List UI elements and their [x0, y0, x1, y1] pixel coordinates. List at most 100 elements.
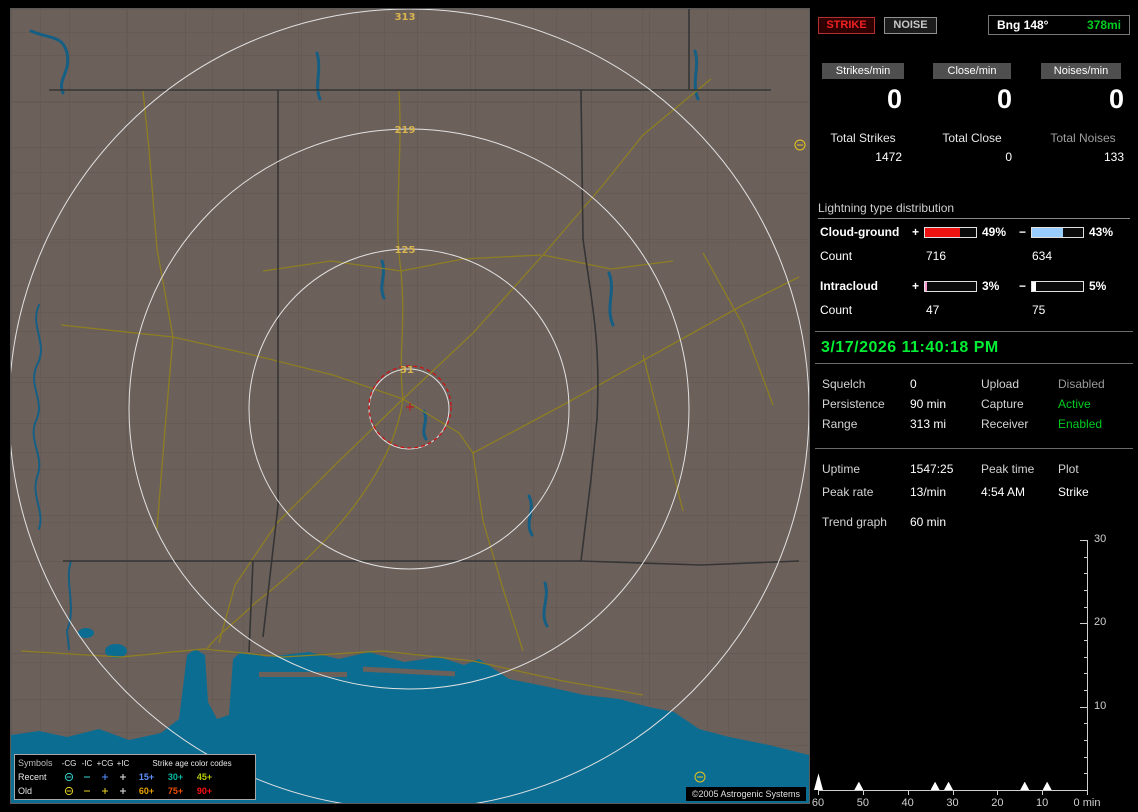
trend-y-tick [1084, 590, 1087, 591]
trend-y-tick [1084, 690, 1087, 691]
close-per-min-label: Close/min [933, 63, 1011, 79]
noise-indicator-button[interactable]: NOISE [884, 17, 937, 34]
copyright-notice: ©2005 Astrogenic Systems [685, 787, 806, 801]
trend-spike [1020, 781, 1030, 790]
trend-spike [1042, 781, 1052, 790]
trend-x-tick-label: 20 [991, 797, 1004, 809]
trend-x-tick [997, 791, 999, 795]
noises-per-min-label: Noises/min [1041, 63, 1121, 79]
trend-x-tick-label: 10 [1036, 797, 1049, 809]
age-30: 30+ [167, 772, 184, 782]
age-60: 60+ [138, 786, 155, 796]
total-close-label: Total Close [942, 131, 1002, 145]
divider [815, 448, 1133, 449]
cg-count-label: Count [820, 249, 853, 263]
neg-ic-recent-icon [78, 772, 96, 782]
legend-recent-label: Recent [18, 772, 47, 782]
age-15: 15+ [138, 772, 155, 782]
radar-map[interactable]: 313 219 125 31 Symbols -CG -IC +CG +IC S… [10, 8, 810, 804]
close-per-min-value: 0 [996, 84, 1012, 114]
trend-x-tick-label: 30 [946, 797, 959, 809]
trend-x-tick [907, 791, 909, 795]
trend-x-tick [1042, 791, 1044, 795]
trend-y-tick [1084, 640, 1087, 641]
trend-graph-label: Trend graph [822, 515, 887, 529]
neg-ic-count: 75 [1032, 303, 1046, 317]
uptime-label: Uptime [822, 462, 861, 476]
trend-y-tick [1084, 773, 1087, 775]
range-ring-label: 125 [395, 245, 416, 256]
bearing-range-value: 378mi [1086, 18, 1121, 32]
trend-y-tick-label: 10 [1094, 699, 1107, 712]
legend-old-label: Old [18, 786, 33, 796]
trend-y-tick [1084, 606, 1087, 608]
pos-cg-count: 716 [926, 249, 947, 263]
noises-per-min-value: 0 [1108, 84, 1124, 114]
trend-period-value: 60 min [910, 515, 947, 529]
total-noises-value: 133 [1103, 150, 1124, 164]
trend-x-tick-label: 40 [901, 797, 914, 809]
intracloud-label: Intracloud [820, 279, 879, 293]
age-90: 90+ [196, 786, 213, 796]
pos-cg-percent: 49% [982, 225, 1007, 239]
datetime-display: 3/17/2026 11:40:18 PM [815, 331, 1133, 364]
trend-graph: 60 50 40 30 20 10 0 min 30 20 10 [812, 533, 1136, 809]
receiver-label: Receiver [981, 417, 1029, 431]
plus-sign: + [912, 225, 920, 239]
trend-y-tick [1080, 623, 1087, 625]
legend-col-pos-ic: +IC [116, 758, 130, 768]
age-75: 75+ [167, 786, 184, 796]
pos-ic-percent: 3% [982, 279, 1000, 293]
minus-sign: − [1019, 225, 1027, 239]
trend-y-tick-label: 30 [1094, 533, 1107, 545]
neg-cg-percent: 43% [1089, 225, 1114, 239]
trend-x-tick [952, 791, 954, 795]
legend-symbols-header: Symbols [18, 758, 53, 768]
trend-y-tick [1084, 556, 1087, 558]
pos-cg-bar [924, 227, 977, 238]
range-ring-label: 219 [395, 125, 416, 136]
age-45: 45+ [196, 772, 213, 782]
trend-y-tick [1084, 673, 1087, 675]
capture-label: Capture [981, 397, 1024, 411]
range-value: 313 mi [910, 417, 947, 431]
upload-label: Upload [981, 377, 1020, 391]
persistence-value: 90 min [910, 397, 947, 411]
neg-cg-recent-icon [60, 772, 78, 782]
peak-time-label: Peak time [981, 462, 1035, 476]
legend-col-pos-cg: +CG [96, 758, 114, 768]
peak-time-value: 4:54 AM [981, 485, 1026, 499]
distribution-section-title: Lightning type distribution [818, 201, 1130, 219]
trend-y-tick-label: 20 [1094, 616, 1107, 629]
map-legend: Symbols -CG -IC +CG +IC Strike age color… [14, 754, 256, 800]
trend-y-axis [1087, 540, 1088, 791]
minus-sign: − [1019, 279, 1027, 293]
upload-value: Disabled [1058, 377, 1105, 391]
range-ring-label: 31 [400, 365, 414, 376]
trend-x-tick-label: 50 [856, 797, 869, 809]
neg-cg-old-icon [60, 786, 78, 796]
plus-sign: + [912, 279, 920, 293]
pos-cg-recent-icon [96, 772, 114, 782]
trend-x-tick [1087, 791, 1088, 795]
map-canvas: 313 219 125 31 [11, 9, 809, 803]
plot-value: Strike [1058, 485, 1089, 499]
strike-indicator-button[interactable]: STRIKE [818, 17, 875, 34]
strikes-per-min-label: Strikes/min [822, 63, 904, 79]
trend-y-tick [1084, 740, 1087, 741]
trend-spike [854, 781, 864, 790]
peak-rate-value: 13/min [910, 485, 947, 499]
pos-ic-recent-icon [114, 772, 132, 782]
neg-cg-bar [1031, 227, 1084, 238]
legend-age-header: Strike age color codes [152, 758, 232, 768]
pos-ic-count: 47 [926, 303, 940, 317]
bearing-value: Bng 148° [997, 18, 1049, 32]
neg-cg-count: 634 [1032, 249, 1053, 263]
legend-col-neg-ic: -IC [81, 758, 93, 768]
trend-x-tick [818, 791, 819, 795]
strikes-per-min-value: 0 [886, 84, 902, 114]
pos-ic-old-icon [114, 786, 132, 796]
plot-label: Plot [1058, 462, 1079, 476]
range-label: Range [822, 417, 858, 431]
neg-ic-old-icon [78, 786, 96, 796]
